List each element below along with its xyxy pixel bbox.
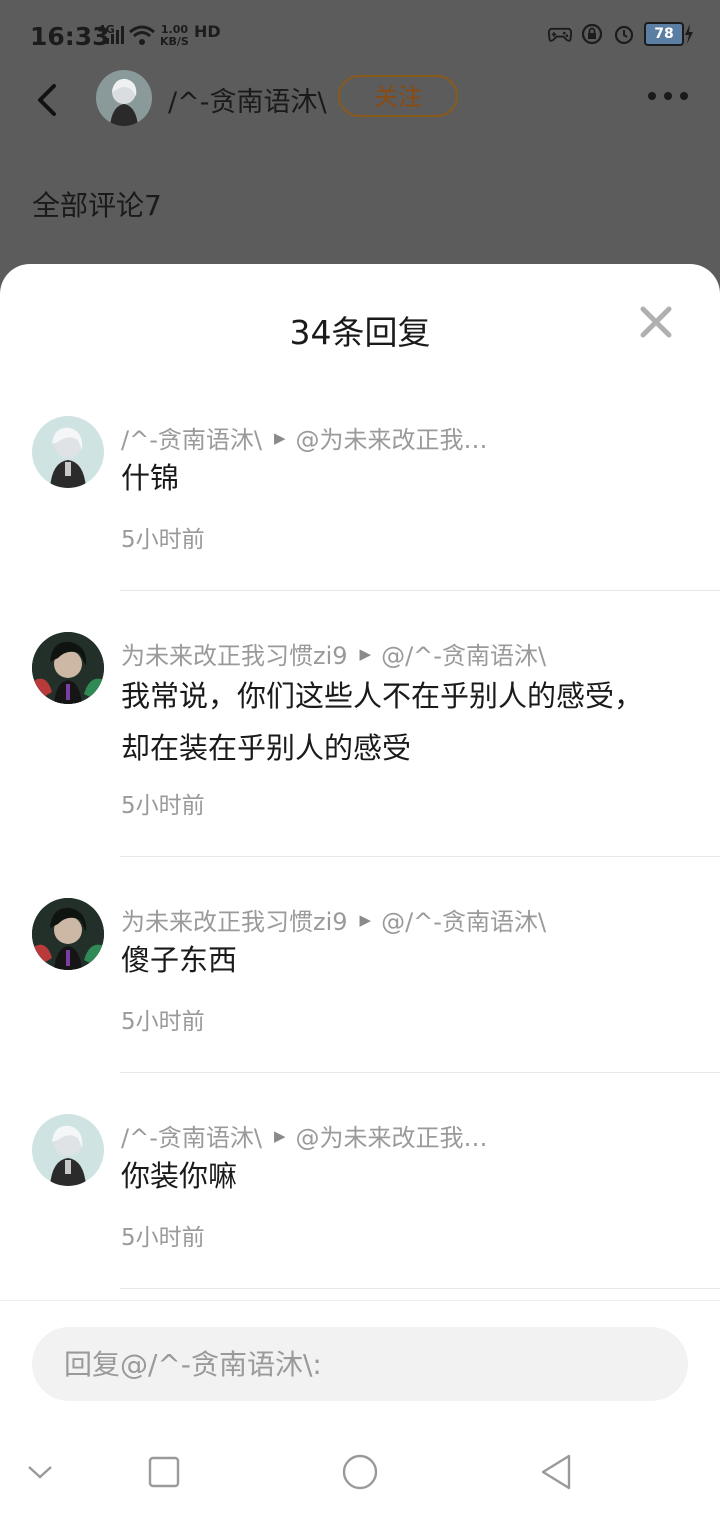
reply-item[interactable]: 为未来改正我习惯zi9 ▶ @/^-贪南语沐\ 傻子东西 5小时前 xyxy=(0,898,720,1074)
reply-author[interactable]: 为未来改正我习惯zi9 xyxy=(121,902,348,937)
reply-input[interactable] xyxy=(32,1327,688,1401)
reply-item[interactable]: /^-贪南语沐\ ▶ @为未来改正我… 什锦 5小时前 xyxy=(0,416,720,592)
close-icon[interactable] xyxy=(638,304,674,340)
divider xyxy=(120,590,720,591)
author-avatar[interactable] xyxy=(96,70,152,126)
reply-content: 我常说，你们这些人不在乎别人的感受，却在装在乎别人的感受 xyxy=(121,679,644,765)
reply-content: 傻子东西 xyxy=(121,943,238,977)
reply-time: 5小时前 xyxy=(121,1009,205,1035)
sheet-title: 34条回复 xyxy=(289,313,431,352)
reply-meta: 为未来改正我习惯zi9 ▶ @/^-贪南语沐\ xyxy=(121,902,546,937)
reply-to[interactable]: @/^-贪南语沐\ xyxy=(381,902,546,937)
recent-apps-icon[interactable] xyxy=(142,1450,186,1494)
reply-content: 什锦 xyxy=(121,461,180,495)
play-arrow-icon: ▶ xyxy=(359,644,372,663)
reply-time: 5小时前 xyxy=(121,527,205,553)
top-nav: /^-贪南语沐\ 关注 xyxy=(0,66,720,132)
more-options-button[interactable] xyxy=(648,84,696,108)
play-arrow-icon: ▶ xyxy=(359,910,372,929)
lock-rotation-icon xyxy=(580,22,604,46)
reply-item[interactable]: 为未来改正我习惯zi9 ▶ @/^-贪南语沐\ 我常说，你们这些人不在乎别人的感… xyxy=(0,632,720,858)
dot-icon xyxy=(648,92,656,100)
reply-meta: /^-贪南语沐\ ▶ @为未来改正我… xyxy=(121,1118,488,1153)
dot-icon xyxy=(664,92,672,100)
reply-author[interactable]: /^-贪南语沐\ xyxy=(121,1118,262,1153)
reply-content: 你装你嘛 xyxy=(121,1159,238,1193)
divider xyxy=(120,856,720,857)
chevron-down-icon[interactable] xyxy=(18,1450,62,1494)
reply-item[interactable]: /^-贪南语沐\ ▶ @为未来改正我… 你装你嘛 5小时前 xyxy=(0,1114,720,1290)
avatar[interactable] xyxy=(32,632,104,704)
wifi-icon xyxy=(129,25,155,45)
status-bar: 16:33 4G 1.00 KB/S HD 78 xyxy=(0,0,720,72)
signal-icon xyxy=(106,26,124,44)
status-right-icons: 78 xyxy=(548,22,694,46)
reply-input-bar xyxy=(0,1300,720,1421)
hd-indicator: HD xyxy=(194,22,221,41)
reply-to[interactable]: @为未来改正我… xyxy=(296,1118,488,1153)
reply-meta: /^-贪南语沐\ ▶ @为未来改正我… xyxy=(121,420,488,455)
avatar[interactable] xyxy=(32,898,104,970)
play-arrow-icon: ▶ xyxy=(273,1126,286,1145)
reply-time: 5小时前 xyxy=(121,1225,205,1251)
divider xyxy=(120,1288,720,1289)
author-name[interactable]: /^-贪南语沐\ xyxy=(168,80,327,119)
reply-meta: 为未来改正我习惯zi9 ▶ @/^-贪南语沐\ xyxy=(121,636,546,671)
charging-icon xyxy=(685,24,693,44)
divider xyxy=(120,1072,720,1073)
alarm-icon xyxy=(612,22,636,46)
follow-button[interactable]: 关注 xyxy=(338,75,458,117)
network-speed: 1.00 KB/S xyxy=(160,24,189,48)
speed-unit: KB/S xyxy=(160,35,189,48)
play-arrow-icon: ▶ xyxy=(273,428,286,447)
reply-time: 5小时前 xyxy=(121,793,205,819)
background-page: 16:33 4G 1.00 KB/S HD 78 /^-贪南语沐\ 关注 全部评… xyxy=(0,0,720,300)
reply-author[interactable]: 为未来改正我习惯zi9 xyxy=(121,636,348,671)
back-arrow-icon[interactable] xyxy=(30,80,66,120)
avatar[interactable] xyxy=(32,1114,104,1186)
battery-level: 78 xyxy=(644,22,684,46)
home-icon[interactable] xyxy=(338,1450,382,1494)
back-triangle-icon[interactable] xyxy=(534,1450,578,1494)
battery-icon: 78 xyxy=(644,22,694,46)
all-comments-heading: 全部评论7 xyxy=(32,189,162,222)
reply-to[interactable]: @/^-贪南语沐\ xyxy=(381,636,546,671)
gamepad-icon xyxy=(548,22,572,46)
dot-icon xyxy=(680,92,688,100)
reply-to[interactable]: @为未来改正我… xyxy=(296,420,488,455)
reply-author[interactable]: /^-贪南语沐\ xyxy=(121,420,262,455)
system-nav-bar xyxy=(0,1420,720,1520)
avatar[interactable] xyxy=(32,416,104,488)
